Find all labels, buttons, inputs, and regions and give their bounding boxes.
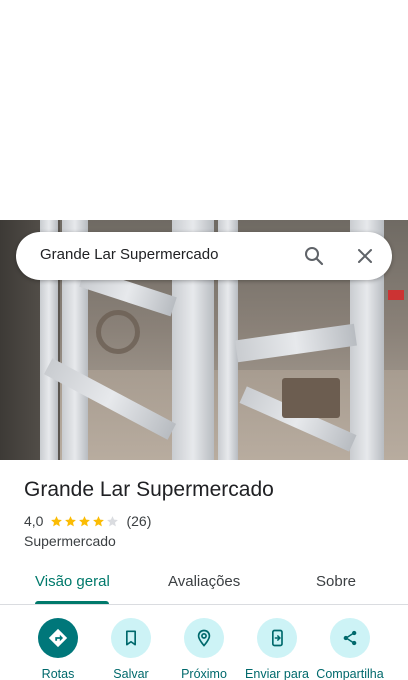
search-query[interactable]: Grande Lar Supermercado (40, 246, 218, 263)
nearby-label: Próximo (181, 667, 227, 680)
star-rating (50, 515, 120, 528)
star-icon (93, 515, 105, 526)
tab-about[interactable]: Sobre (316, 573, 356, 590)
directions-button[interactable]: Rotas (18, 618, 98, 680)
tab-bar: Visão geral Avaliações Sobre (0, 560, 408, 605)
star-icon (51, 515, 63, 526)
share-label: Compartilha (316, 667, 384, 680)
tab-overview[interactable]: Visão geral (35, 573, 110, 590)
photo-block (282, 378, 340, 418)
send-to-phone-icon (257, 618, 297, 658)
rating-row[interactable]: 4,0 (26) (24, 513, 151, 529)
place-title: Grande Lar Supermercado (24, 478, 274, 501)
close-icon[interactable] (353, 244, 377, 268)
nearby-button[interactable]: Próximo (164, 618, 244, 680)
send-to-phone-label: Enviar para (245, 667, 309, 680)
reviews-count: (26) (126, 513, 152, 529)
nearby-icon (184, 618, 224, 658)
share-icon (330, 618, 370, 658)
directions-label: Rotas (41, 667, 75, 680)
active-tab-indicator (35, 601, 109, 604)
bookmark-icon (111, 618, 151, 658)
photo-red-object (388, 290, 404, 300)
map-blank-area (0, 0, 408, 220)
save-button[interactable]: Salvar (91, 618, 171, 680)
star-icon (79, 515, 91, 526)
tab-reviews[interactable]: Avaliações (168, 573, 240, 590)
place-category: Supermercado (24, 533, 116, 549)
search-bar[interactable]: Grande Lar Supermercado (16, 232, 392, 280)
search-icon[interactable] (302, 244, 326, 268)
rating-value: 4,0 (24, 513, 44, 529)
save-label: Salvar (113, 667, 149, 680)
star-icon (107, 515, 119, 526)
share-button[interactable]: Compartilha (310, 618, 390, 680)
star-icon (65, 515, 77, 526)
action-bar: Rotas Salvar Próximo Enviar para Compart… (0, 618, 408, 680)
send-to-phone-button[interactable]: Enviar para (237, 618, 317, 680)
photo-beam (235, 323, 357, 363)
directions-icon (38, 618, 78, 658)
photo-coil (96, 310, 140, 354)
